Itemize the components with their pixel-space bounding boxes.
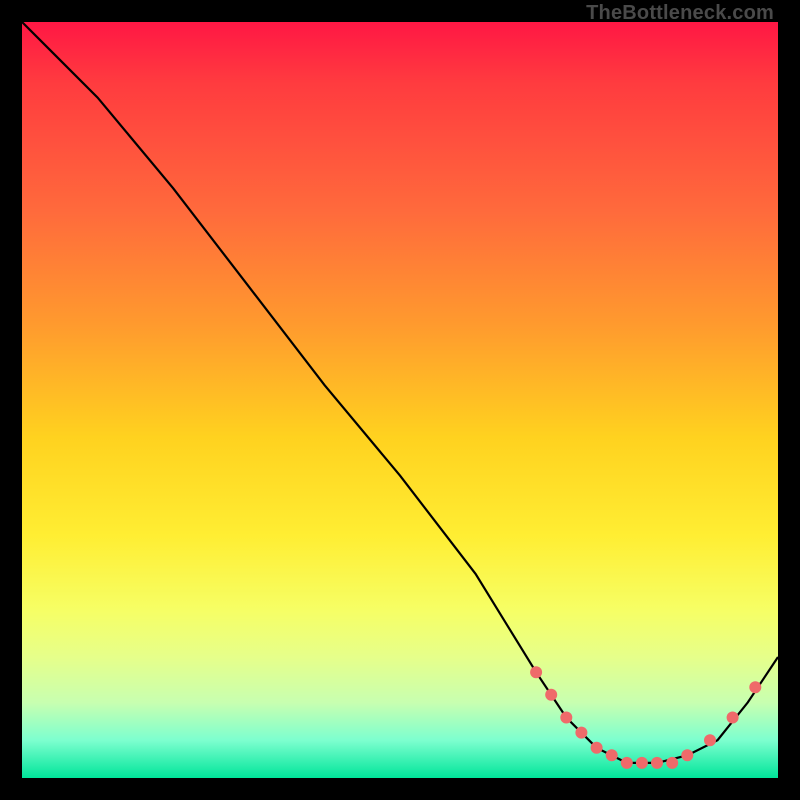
marker-dot — [749, 681, 761, 693]
marker-dot — [636, 757, 648, 769]
marker-dot — [704, 734, 716, 746]
marker-dot — [591, 742, 603, 754]
marker-dot — [545, 689, 557, 701]
marker-dot — [606, 749, 618, 761]
watermark-text: TheBottleneck.com — [586, 2, 774, 25]
marker-dot — [575, 727, 587, 739]
bottleneck-curve — [22, 22, 778, 763]
marker-dot — [727, 712, 739, 724]
chart-svg — [22, 22, 778, 778]
marker-dot — [530, 666, 542, 678]
marker-dot — [621, 757, 633, 769]
marker-dot — [681, 749, 693, 761]
marker-dot — [651, 757, 663, 769]
plot-area — [22, 22, 778, 778]
marker-dot — [666, 757, 678, 769]
bottleneck-points — [530, 666, 761, 769]
marker-dot — [560, 712, 572, 724]
chart-container: TheBottleneck.com — [0, 0, 800, 800]
